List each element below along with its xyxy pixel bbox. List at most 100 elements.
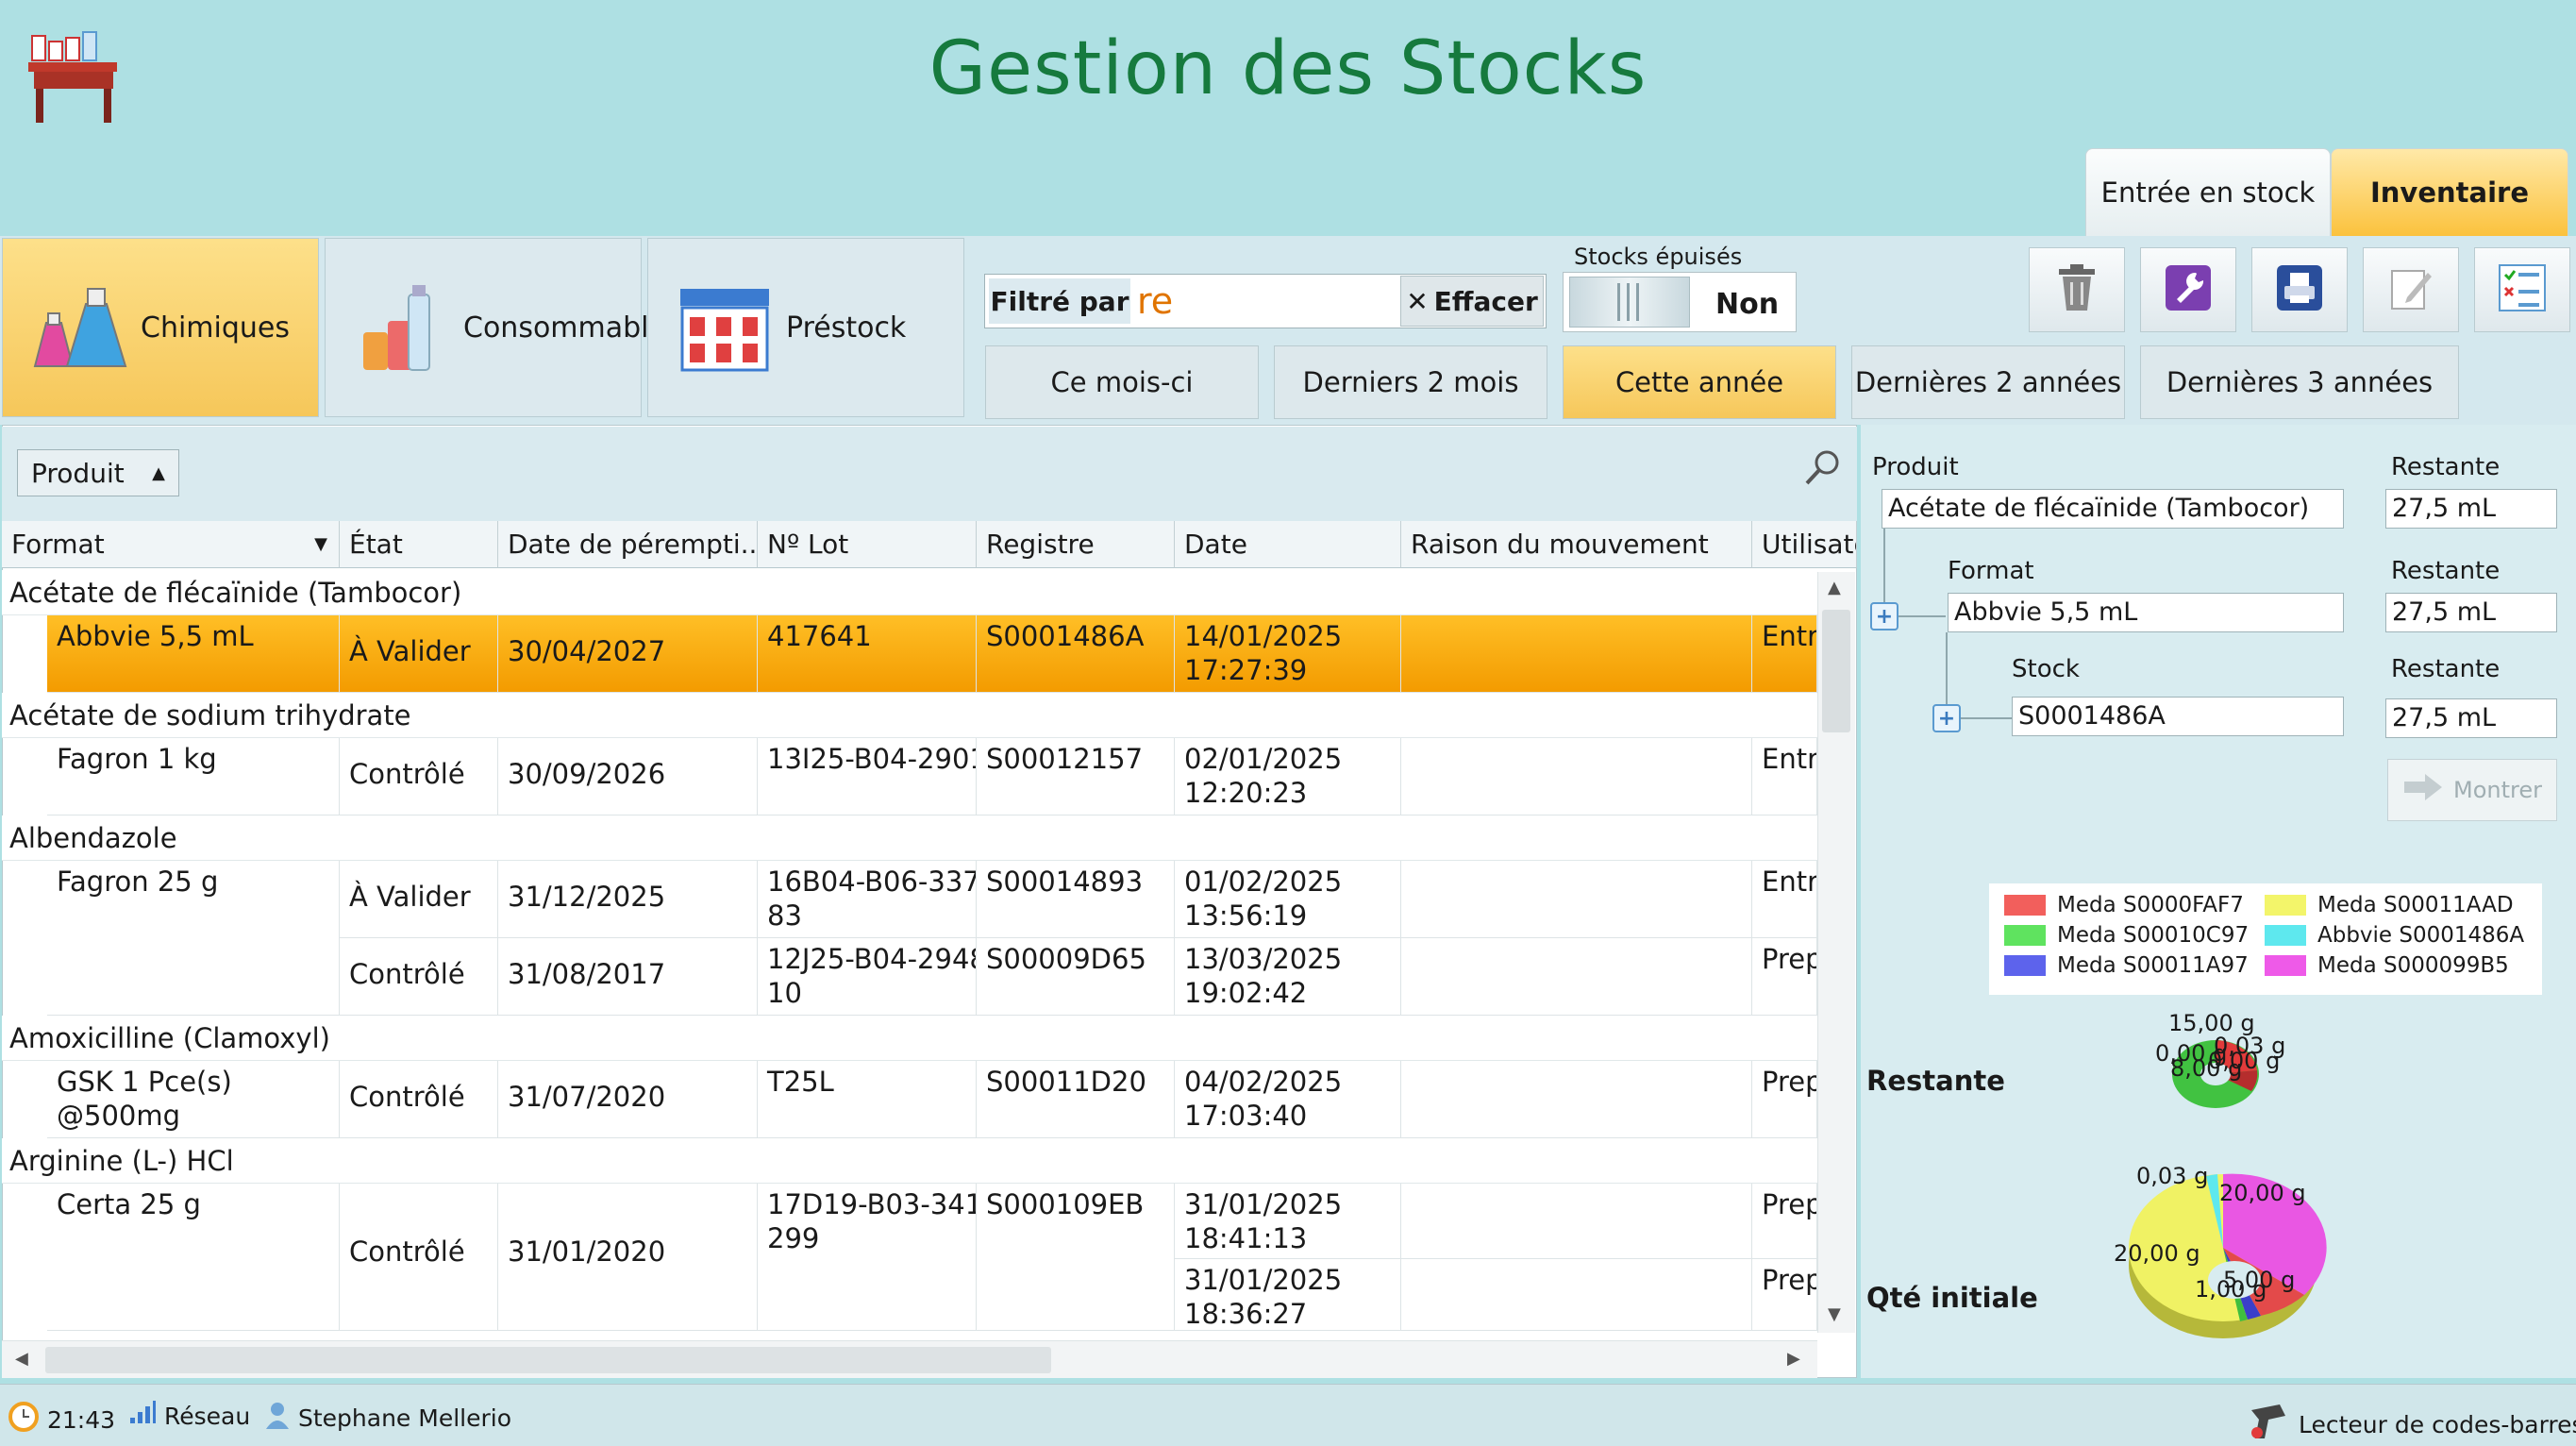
group-row[interactable]: Acétate de sodium trihydrate xyxy=(2,693,1817,738)
stocks-epuises-toggle[interactable] xyxy=(1569,277,1690,328)
category-chimiques-button[interactable]: Chimiques xyxy=(2,238,319,417)
cell-lot[interactable]: 13I25-B04-2901 xyxy=(758,738,977,815)
scroll-down-icon[interactable]: ▼ xyxy=(1828,1304,1841,1324)
tab-inventaire[interactable]: Inventaire xyxy=(2331,148,2568,236)
cell-utilisateur[interactable]: Prep xyxy=(1752,1259,1817,1331)
vertical-scroll-thumb[interactable] xyxy=(1822,610,1850,732)
cell-utilisateur[interactable]: Entr xyxy=(1752,738,1817,815)
cell-etat[interactable]: Contrôlé xyxy=(340,738,498,815)
column-header-etat[interactable]: État xyxy=(340,521,498,568)
cell-utilisateur[interactable]: Entr xyxy=(1752,861,1817,938)
delete-button[interactable] xyxy=(2029,247,2125,332)
cell-raison[interactable] xyxy=(1401,615,1752,693)
cell-lot[interactable]: 12J25-B04-2948 10 xyxy=(758,938,977,1016)
cell-lot[interactable]: 417641 xyxy=(758,615,977,693)
column-header-lot[interactable]: Nº Lot xyxy=(758,521,977,568)
period-derniers-2-mois-button[interactable]: Derniers 2 mois xyxy=(1274,345,1547,419)
cell-lot[interactable]: 16B04-B06-3375 83 xyxy=(758,861,977,938)
close-icon: ✕ xyxy=(1406,285,1429,317)
cell-etat[interactable]: À Valider xyxy=(340,861,498,938)
cell-raison[interactable] xyxy=(1401,738,1752,815)
cell-date[interactable]: 13/03/2025 19:02:42 xyxy=(1175,938,1401,1016)
cell-utilisateur[interactable]: Prep xyxy=(1752,1061,1817,1138)
filter-input[interactable] xyxy=(1137,278,1397,324)
format-field: Abbvie 5,5 mL xyxy=(1948,593,2344,632)
cell-lot[interactable]: 17D19-B03-341 299 xyxy=(758,1184,977,1331)
cell-date[interactable]: 04/02/2025 17:03:40 xyxy=(1175,1061,1401,1138)
cell-lot[interactable]: T25L xyxy=(758,1061,977,1138)
expand-plus-icon[interactable]: + xyxy=(1870,602,1899,631)
group-row[interactable]: Amoxicilline (Clamoxyl) xyxy=(2,1016,1817,1061)
column-header-format[interactable]: Format ▼ xyxy=(2,521,340,568)
cell-peremption[interactable]: 31/08/2017 xyxy=(498,938,758,1016)
cell-peremption[interactable]: 30/09/2026 xyxy=(498,738,758,815)
cell-etat[interactable]: Contrôlé xyxy=(340,1184,498,1331)
print-button[interactable] xyxy=(2251,247,2348,332)
cell-registre[interactable]: S00012157 xyxy=(977,738,1175,815)
cell-date[interactable]: 31/01/2025 18:41:13 xyxy=(1175,1184,1401,1259)
category-consommables-button[interactable]: Consommables xyxy=(325,238,681,417)
scroll-up-icon[interactable]: ▲ xyxy=(1828,578,1841,597)
montrer-button[interactable]: Montrer xyxy=(2387,759,2557,821)
cell-raison[interactable] xyxy=(1401,861,1752,938)
category-prestock-button[interactable]: Préstock xyxy=(647,238,964,417)
cell-etat[interactable]: Contrôlé xyxy=(340,938,498,1016)
group-row[interactable]: Acétate de flécaïnide (Tambocor) xyxy=(2,570,1817,615)
period-cette-annee-button[interactable]: Cette année xyxy=(1563,345,1836,419)
settings-button[interactable] xyxy=(2140,247,2236,332)
cell-utilisateur[interactable]: Prep xyxy=(1752,1184,1817,1259)
checklist-button[interactable] xyxy=(2474,247,2570,332)
period-ce-mois-ci-button[interactable]: Ce mois-ci xyxy=(985,345,1259,419)
cell-date[interactable]: 31/01/2025 18:36:27 xyxy=(1175,1259,1401,1331)
period-dernieres-3-annees-button[interactable]: Dernières 3 années xyxy=(2140,345,2459,419)
cell-format[interactable]: Fagron 1 kg xyxy=(47,738,340,815)
cell-utilisateur[interactable]: Entr xyxy=(1752,615,1817,693)
cell-registre[interactable]: S0001486A xyxy=(977,615,1175,693)
cell-raison[interactable] xyxy=(1401,1259,1752,1331)
vertical-scrollbar[interactable]: ▲ ▼ xyxy=(1817,572,1855,1333)
clear-filter-button[interactable]: ✕ Effacer xyxy=(1400,276,1544,327)
status-scanner[interactable]: Lecteur de codes-barres xyxy=(2248,1401,2576,1446)
column-header-date-peremption[interactable]: Date de péremptі... xyxy=(498,521,758,568)
cell-etat[interactable]: Contrôlé xyxy=(340,1061,498,1138)
group-row[interactable]: Albendazole xyxy=(2,815,1817,861)
column-header-date[interactable]: Date xyxy=(1175,521,1401,568)
cell-format[interactable]: Fagron 25 g xyxy=(47,861,340,1016)
cell-registre[interactable]: S00014893 xyxy=(977,861,1175,938)
cell-raison[interactable] xyxy=(1401,938,1752,1016)
search-icon[interactable] xyxy=(1802,447,1844,489)
column-header-registre[interactable]: Registre xyxy=(977,521,1175,568)
cell-registre[interactable]: S00011D20 xyxy=(977,1061,1175,1138)
period-dernieres-2-annees-button[interactable]: Dernières 2 années xyxy=(1851,345,2125,419)
cell-format[interactable]: GSK 1 Pce(s) @500mg xyxy=(47,1061,340,1138)
cell-registre[interactable]: S000109EB xyxy=(977,1184,1175,1331)
cell-date[interactable]: 14/01/2025 17:27:39 xyxy=(1175,615,1401,693)
cell-format[interactable]: Certa 25 g xyxy=(47,1184,340,1331)
cell-peremption[interactable]: 31/07/2020 xyxy=(498,1061,758,1138)
cell-raison[interactable] xyxy=(1401,1061,1752,1138)
column-header-raison[interactable]: Raison du mouvement xyxy=(1401,521,1752,568)
horizontal-scrollbar[interactable]: ◀ ▶ xyxy=(2,1340,1817,1378)
group-row[interactable]: Arginine (L-) HCl xyxy=(2,1138,1817,1184)
cell-date[interactable]: 01/02/2025 13:56:19 xyxy=(1175,861,1401,938)
scroll-right-icon[interactable]: ▶ xyxy=(1787,1349,1800,1369)
horizontal-scroll-thumb[interactable] xyxy=(45,1347,1051,1373)
column-header-utilisateur[interactable]: Utilisate xyxy=(1752,521,1857,568)
cell-etat[interactable]: À Valider xyxy=(340,615,498,693)
cell-peremption[interactable]: 31/01/2020 xyxy=(498,1184,758,1331)
cell-date[interactable]: 02/01/2025 12:20:23 xyxy=(1175,738,1401,815)
group-by-produit-button[interactable]: Produit ▲ xyxy=(17,449,179,496)
clock-icon xyxy=(8,1401,40,1438)
filter-label: Filtré par xyxy=(989,278,1130,324)
stock-field: S0001486A xyxy=(2012,697,2344,736)
tab-entree-en-stock[interactable]: Entrée en stock xyxy=(2085,148,2331,236)
edit-button[interactable] xyxy=(2363,247,2459,332)
cell-registre[interactable]: S00009D65 xyxy=(977,938,1175,1016)
cell-format[interactable]: Abbvie 5,5 mL xyxy=(47,615,340,693)
cell-raison[interactable] xyxy=(1401,1184,1752,1259)
scroll-left-icon[interactable]: ◀ xyxy=(15,1349,28,1369)
cell-peremption[interactable]: 31/12/2025 xyxy=(498,861,758,938)
expand-plus-icon[interactable]: + xyxy=(1932,704,1961,732)
cell-utilisateur[interactable]: Prep xyxy=(1752,938,1817,1016)
cell-peremption[interactable]: 30/04/2027 xyxy=(498,615,758,693)
